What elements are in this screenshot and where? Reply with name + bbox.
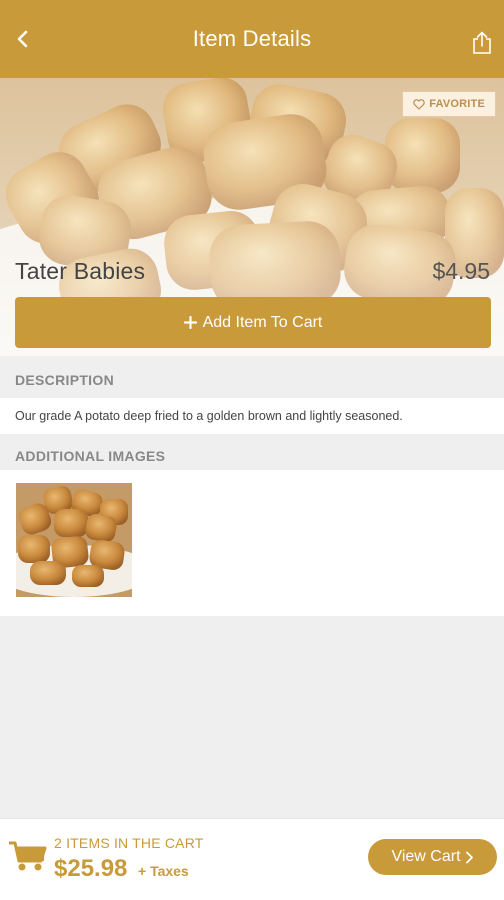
heart-icon [413, 98, 425, 110]
cart-total: $25.98 [54, 855, 128, 882]
cart-taxes-label: + Taxes [138, 863, 189, 879]
share-button[interactable] [468, 28, 496, 58]
chevron-left-icon [17, 30, 28, 48]
tater-tots-thumbnail-photo [16, 483, 132, 597]
cart-summary-bar: 2 ITEMS IN THE CART $25.98 + Taxes View … [0, 818, 504, 900]
favorite-button[interactable]: FAVORITE [402, 91, 496, 117]
app-header: Item Details [0, 0, 504, 78]
cart-item-count: 2 ITEMS IN THE CART [54, 835, 204, 851]
shopping-cart-icon [9, 841, 47, 871]
add-to-cart-button[interactable]: Add Item To Cart [15, 297, 491, 348]
add-to-cart-label: Add Item To Cart [202, 313, 323, 331]
item-name: Tater Babies [15, 258, 146, 284]
back-button[interactable] [8, 24, 38, 54]
additional-image-thumbnail[interactable] [16, 483, 132, 597]
favorite-label: FAVORITE [429, 98, 485, 110]
share-icon [473, 31, 491, 54]
view-cart-button[interactable]: View Cart [368, 839, 497, 875]
view-cart-label: View Cart [391, 848, 461, 865]
item-price: $4.95 [432, 258, 490, 284]
plus-icon [183, 316, 197, 329]
page-title: Item Details [192, 26, 312, 51]
description-text: Our grade A potato deep fried to a golde… [0, 398, 504, 434]
item-hero-image: FAVORITE Tater Babies $4.95 Add Item To … [0, 78, 504, 356]
additional-images-gallery [0, 470, 504, 616]
description-heading: DESCRIPTION [0, 360, 504, 400]
chevron-right-icon [465, 851, 473, 863]
